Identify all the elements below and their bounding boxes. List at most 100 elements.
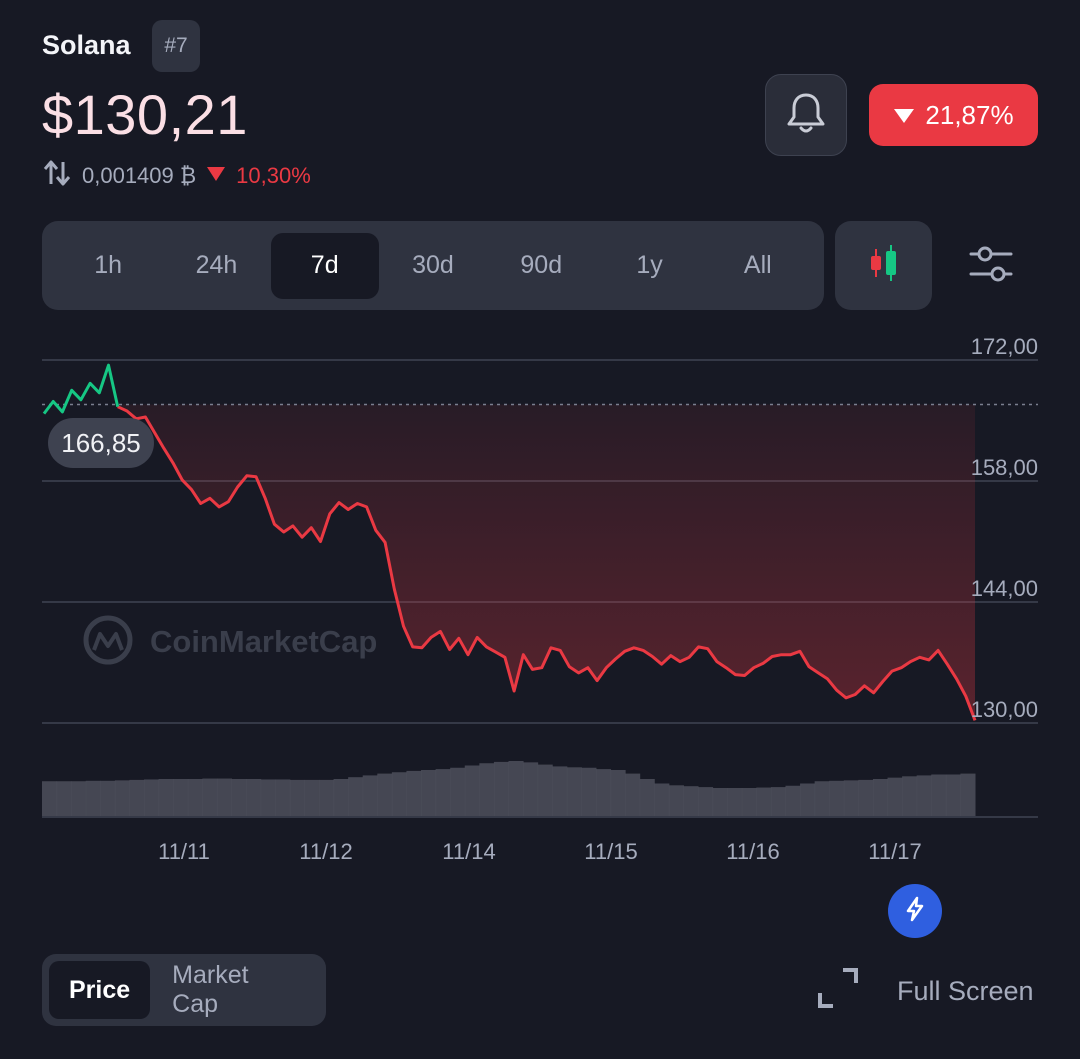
volume-bar bbox=[931, 774, 947, 816]
volume-bar bbox=[144, 779, 160, 816]
volume-bar bbox=[56, 781, 72, 816]
volume-bar bbox=[377, 773, 393, 816]
candlestick-toggle-button[interactable] bbox=[835, 221, 932, 310]
volume-bar bbox=[231, 779, 247, 816]
watermark-text: CoinMarketCap bbox=[150, 624, 377, 659]
volume-bar bbox=[71, 781, 87, 816]
volume-bar bbox=[741, 788, 757, 816]
caret-down-icon bbox=[893, 100, 915, 131]
volume-bar bbox=[85, 780, 101, 816]
current-price: $130,21 bbox=[42, 83, 248, 146]
volume-bar bbox=[289, 779, 305, 816]
volume-bar bbox=[173, 779, 189, 816]
volume-bar bbox=[887, 777, 903, 816]
volume-bar bbox=[712, 788, 728, 816]
x-tick-label: 11/16 bbox=[726, 839, 779, 864]
volume-bar bbox=[406, 770, 422, 816]
watermark: CoinMarketCap bbox=[83, 615, 377, 665]
volume-bar bbox=[479, 763, 495, 816]
price-alert-button[interactable] bbox=[765, 74, 847, 156]
btc-price-row: 0,001409 ₿ 10,30% bbox=[42, 160, 311, 192]
y-tick-label: 144,00 bbox=[971, 576, 1038, 601]
volume-bar bbox=[756, 787, 772, 816]
volume-bar bbox=[187, 779, 203, 816]
bell-icon bbox=[784, 90, 828, 141]
swap-arrows-icon[interactable] bbox=[42, 158, 72, 194]
lightning-icon bbox=[901, 895, 929, 928]
tab-90d[interactable]: 90d bbox=[487, 233, 595, 299]
volume-bar bbox=[158, 779, 174, 816]
volume-bar bbox=[42, 781, 58, 816]
volume-bar bbox=[785, 785, 801, 816]
coinmarketcap-logo-icon bbox=[83, 615, 133, 665]
volume-bar bbox=[902, 776, 918, 816]
btc-change-down-icon bbox=[206, 163, 226, 189]
volume-bar bbox=[523, 762, 539, 816]
tab-1h[interactable]: 1h bbox=[54, 233, 162, 299]
price-toggle-button[interactable]: Price bbox=[49, 961, 151, 1019]
fullscreen-button[interactable]: Full Screen bbox=[815, 965, 1034, 1017]
volume-bar bbox=[668, 785, 684, 816]
expand-icon bbox=[815, 965, 861, 1018]
volume-bar bbox=[246, 779, 262, 816]
x-tick-label: 11/14 bbox=[442, 839, 495, 864]
volume-bar bbox=[508, 761, 524, 816]
volume-bar bbox=[814, 781, 830, 816]
quick-action-button[interactable] bbox=[888, 884, 942, 938]
volume-bar bbox=[464, 765, 480, 816]
volume-bar bbox=[493, 761, 509, 816]
rank-badge: #7 bbox=[152, 20, 200, 72]
volume-bar bbox=[114, 780, 130, 816]
volume-bar bbox=[654, 783, 670, 816]
tab-30d[interactable]: 30d bbox=[379, 233, 487, 299]
volume-bar bbox=[683, 786, 699, 816]
y-tick-label: 158,00 bbox=[971, 455, 1038, 480]
volume-bar bbox=[800, 783, 816, 816]
volume-bar bbox=[216, 778, 233, 816]
y-tick-label: 130,00 bbox=[971, 697, 1038, 722]
volume-bar bbox=[916, 775, 932, 816]
price-change-value: 21,87% bbox=[925, 99, 1014, 130]
volume-bar bbox=[610, 770, 626, 816]
volume-bar bbox=[129, 779, 145, 816]
volume-bar bbox=[333, 779, 349, 816]
x-tick-label: 11/11 bbox=[158, 839, 210, 864]
market-cap-toggle-button[interactable]: Market Cap bbox=[152, 961, 319, 1019]
volume-bar bbox=[698, 787, 714, 816]
y-tick-label: 172,00 bbox=[971, 334, 1038, 359]
volume-bar bbox=[552, 766, 568, 816]
volume-bar bbox=[275, 779, 291, 816]
btc-change: 10,30% bbox=[236, 163, 311, 188]
volume-bar bbox=[318, 779, 335, 816]
time-range-tabs: 1h 24h 7d 30d 90d 1y All bbox=[42, 221, 824, 310]
x-tick-label: 11/12 bbox=[299, 839, 352, 864]
coin-name: Solana bbox=[42, 30, 131, 60]
volume-bar bbox=[450, 767, 466, 816]
volume-bar bbox=[843, 780, 859, 816]
volume-bar bbox=[202, 778, 218, 816]
volume-bar bbox=[595, 769, 612, 816]
tab-1y[interactable]: 1y bbox=[595, 233, 703, 299]
open-price-label: 166,85 bbox=[48, 418, 154, 468]
volume-bars bbox=[42, 761, 976, 816]
price-change-badge: 21,87% bbox=[869, 84, 1038, 146]
volume-bar bbox=[348, 777, 364, 816]
volume-bar bbox=[304, 779, 320, 816]
volume-bar bbox=[435, 769, 451, 816]
price-area-fill bbox=[117, 404, 975, 721]
volume-bar bbox=[960, 773, 976, 816]
tab-all[interactable]: All bbox=[704, 233, 812, 299]
btc-price: 0,001409 ₿ bbox=[82, 163, 197, 188]
chart-settings-button[interactable] bbox=[960, 238, 1022, 294]
volume-bar bbox=[537, 764, 553, 816]
tab-7d[interactable]: 7d bbox=[270, 232, 379, 299]
tab-24h[interactable]: 24h bbox=[162, 233, 270, 299]
volume-bar bbox=[100, 780, 116, 816]
volume-bar bbox=[872, 779, 889, 816]
volume-bar bbox=[421, 770, 437, 816]
volume-bar bbox=[770, 787, 786, 816]
candlestick-icon bbox=[867, 243, 901, 288]
volume-bar bbox=[566, 767, 582, 816]
volume-bar bbox=[639, 779, 655, 816]
price-chart[interactable]: CoinMarketCap 172,00 158,00 144,00 130,00 1… bbox=[0, 320, 1080, 880]
